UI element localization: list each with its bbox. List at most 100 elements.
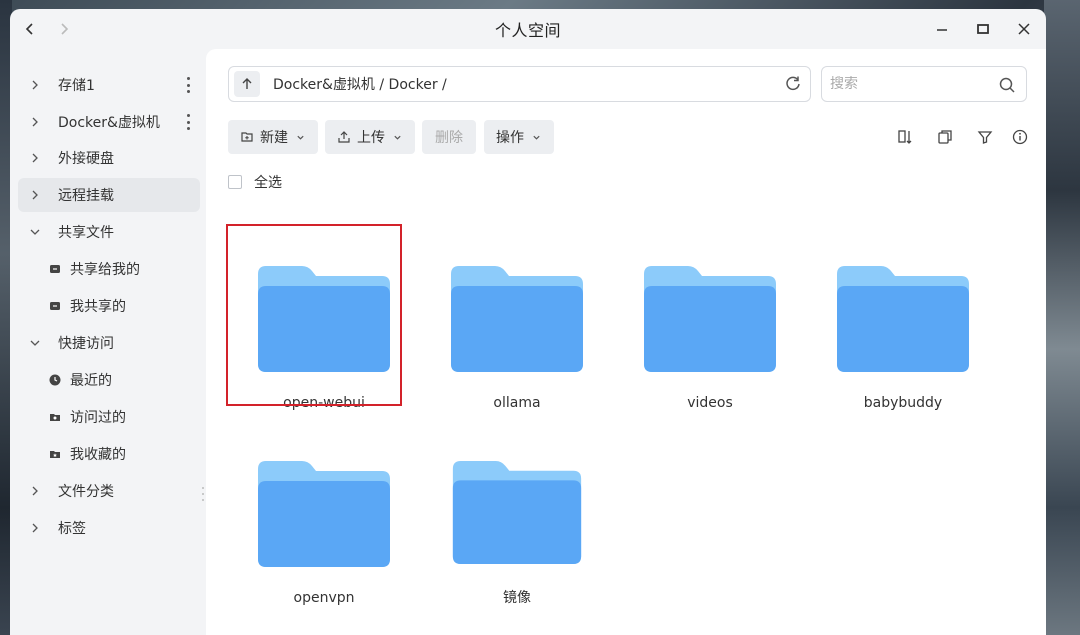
chevron-down-icon xyxy=(296,133,305,142)
close-button[interactable] xyxy=(1012,17,1036,41)
delete-button[interactable]: 删除 xyxy=(422,120,476,154)
shared-with-me-icon xyxy=(48,262,62,276)
search-box[interactable] xyxy=(821,66,1027,102)
visited-folder-icon xyxy=(48,410,62,424)
back-button[interactable] xyxy=(18,17,42,41)
actions-button[interactable]: 操作 xyxy=(484,120,554,154)
sidebar-item-label: 存储1 xyxy=(58,78,95,94)
folder-name: 镜像 xyxy=(503,590,531,606)
upload-button[interactable]: 上传 xyxy=(325,120,415,154)
search-icon[interactable] xyxy=(998,76,1016,94)
sidebar-item-favorites[interactable]: 我收藏的 xyxy=(18,437,200,471)
folder-item[interactable]: ollama xyxy=(432,242,602,412)
folder-item[interactable]: open-webui xyxy=(239,242,409,412)
filter-button[interactable] xyxy=(976,128,994,146)
folder-icon xyxy=(644,266,776,372)
path-bar[interactable]: Docker&虚拟机 / Docker / xyxy=(228,66,811,102)
my-shares-icon xyxy=(48,299,62,313)
folder-item[interactable]: babybuddy xyxy=(818,242,988,412)
title-bar: 个人空间 xyxy=(10,9,1046,49)
sidebar-item-visited[interactable]: 访问过的 xyxy=(18,400,200,434)
sort-button[interactable] xyxy=(896,128,914,146)
sidebar-item-label: 快捷访问 xyxy=(58,336,114,352)
sidebar-item-shared-files[interactable]: 共享文件 xyxy=(18,215,200,249)
sidebar-item-label: 文件分类 xyxy=(58,484,114,500)
upload-icon xyxy=(337,130,351,144)
more-options-icon[interactable] xyxy=(186,114,190,130)
forward-button[interactable] xyxy=(52,17,76,41)
sidebar-item-remote-mount[interactable]: 远程挂载 xyxy=(18,178,200,212)
new-file-icon xyxy=(240,130,254,144)
folder-name: babybuddy xyxy=(863,395,943,411)
folder-name: openvpn xyxy=(293,590,355,606)
maximize-icon xyxy=(977,24,989,34)
sidebar-item-docker-vm[interactable]: Docker&虚拟机 xyxy=(18,105,200,139)
chevron-down-icon xyxy=(30,227,48,237)
folder-icon xyxy=(258,266,390,372)
search-input[interactable] xyxy=(830,76,990,92)
chevron-right-icon xyxy=(30,80,48,90)
sidebar-item-recent[interactable]: 最近的 xyxy=(18,363,200,397)
folder-item[interactable]: 镜像 xyxy=(432,437,602,607)
chevron-right-icon xyxy=(30,117,48,127)
clock-icon xyxy=(48,373,62,387)
folder-name: ollama xyxy=(493,395,541,411)
arrow-up-icon xyxy=(242,78,252,89)
more-options-icon[interactable] xyxy=(186,77,190,93)
chevron-down-icon xyxy=(532,133,541,142)
chevron-right-icon xyxy=(61,23,69,35)
select-all-checkbox[interactable] xyxy=(228,175,242,189)
sidebar-item-label: 共享给我的 xyxy=(70,262,140,278)
chevron-left-icon xyxy=(25,23,33,35)
minimize-button[interactable] xyxy=(930,17,954,41)
sidebar-item-label: 外接硬盘 xyxy=(58,151,114,167)
new-button-label: 新建 xyxy=(260,130,288,146)
chevron-right-icon xyxy=(30,523,48,533)
minimize-icon xyxy=(937,29,947,31)
file-manager-window: 个人空间 存储1 Docker&虚拟机 外接硬盘 远程挂载 共享文件 共享给我的… xyxy=(10,9,1046,635)
info-button[interactable] xyxy=(1011,128,1029,146)
favorites-folder-icon xyxy=(48,447,62,461)
sidebar-item-label: 我收藏的 xyxy=(70,447,126,463)
filter-icon xyxy=(977,131,993,144)
folder-item[interactable]: openvpn xyxy=(239,437,409,607)
up-directory-button[interactable] xyxy=(234,71,260,97)
chevron-right-icon xyxy=(30,486,48,496)
refresh-icon[interactable] xyxy=(784,75,802,93)
select-all[interactable]: 全选 xyxy=(228,172,282,192)
chevron-down-icon xyxy=(30,338,48,348)
sidebar: 存储1 Docker&虚拟机 外接硬盘 远程挂载 共享文件 共享给我的 我共享的 xyxy=(10,49,206,635)
sidebar-item-shared-with-me[interactable]: 共享给我的 xyxy=(18,252,200,286)
sidebar-resize-handle[interactable] xyxy=(202,487,204,501)
sidebar-item-label: 共享文件 xyxy=(58,225,114,241)
folder-name: open-webui xyxy=(283,395,365,411)
maximize-button[interactable] xyxy=(971,17,995,41)
folder-icon xyxy=(452,461,582,564)
sidebar-item-label: 访问过的 xyxy=(70,410,126,426)
folder-icon xyxy=(258,461,390,567)
chevron-right-icon xyxy=(30,153,48,163)
sidebar-item-label: 最近的 xyxy=(70,373,112,389)
main-content: Docker&虚拟机 / Docker / 新建 上传 删除 操作 xyxy=(206,49,1046,635)
chevron-down-icon xyxy=(393,133,402,142)
close-icon xyxy=(1018,23,1030,35)
select-all-label: 全选 xyxy=(254,175,282,191)
info-icon xyxy=(1012,129,1028,145)
sidebar-item-storage1[interactable]: 存储1 xyxy=(18,68,200,102)
sidebar-item-label: Docker&虚拟机 xyxy=(58,115,160,131)
sidebar-item-quick-access[interactable]: 快捷访问 xyxy=(18,326,200,360)
sidebar-item-file-categories[interactable]: 文件分类 xyxy=(18,474,200,508)
sidebar-item-external-disk[interactable]: 外接硬盘 xyxy=(18,141,200,175)
sort-icon xyxy=(898,130,912,144)
desktop-background-right xyxy=(1044,0,1080,635)
folder-icon xyxy=(837,266,969,372)
sidebar-item-my-shares[interactable]: 我共享的 xyxy=(18,289,200,323)
actions-button-label: 操作 xyxy=(496,130,524,146)
sidebar-item-label: 我共享的 xyxy=(70,299,126,315)
sidebar-item-tags[interactable]: 标签 xyxy=(18,511,200,545)
folder-item[interactable]: videos xyxy=(625,242,795,412)
copy-view-icon xyxy=(938,130,952,144)
upload-button-label: 上传 xyxy=(357,130,385,146)
new-button[interactable]: 新建 xyxy=(228,120,318,154)
view-mode-button[interactable] xyxy=(936,128,954,146)
